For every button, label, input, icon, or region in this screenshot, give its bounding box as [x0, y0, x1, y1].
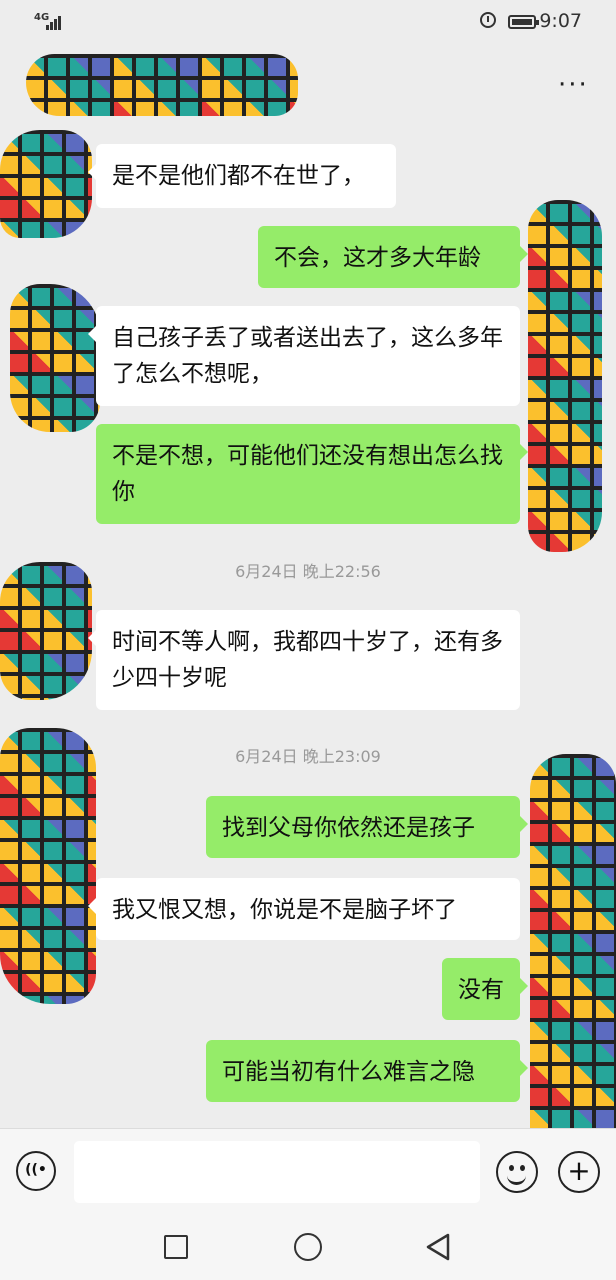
message-bubble-outgoing[interactable]: 不是不想，可能他们还没有想出怎么找你	[96, 424, 528, 524]
message-text: 不会，这才多大年龄	[274, 245, 481, 271]
status-bar: 4G 9:07	[0, 0, 616, 44]
message-text: 我又恨又想，你说是不是脑子坏了	[112, 897, 457, 923]
message-text: 找到父母你依然还是孩子	[222, 815, 475, 841]
battery-icon	[508, 15, 539, 29]
avatar-redacted	[0, 728, 96, 1004]
message-bubble-incoming[interactable]: 自己孩子丢了或者送出去了，这么多年了怎么不想呢，	[88, 306, 520, 406]
message-bubble-outgoing[interactable]: 找到父母你依然还是孩子	[206, 796, 528, 858]
message-bubble-outgoing[interactable]: 没有	[442, 958, 528, 1020]
avatar-redacted	[0, 130, 92, 238]
message-text: 不是不想，可能他们还没有想出怎么找你	[112, 443, 503, 505]
message-text: 可能当初有什么难言之隐	[222, 1059, 475, 1085]
emoji-icon[interactable]	[496, 1151, 538, 1193]
message-bubble-incoming[interactable]: 我又恨又想，你说是不是脑子坏了	[88, 878, 520, 940]
alarm-icon	[480, 12, 496, 28]
message-bubble-outgoing[interactable]: 可能当初有什么难言之隐	[206, 1040, 528, 1102]
system-nav-bar	[0, 1218, 616, 1280]
message-input[interactable]	[74, 1141, 480, 1203]
back-icon[interactable]	[424, 1232, 452, 1262]
more-options-icon[interactable]: ···	[558, 72, 589, 98]
redacted-contact-name	[26, 54, 298, 116]
timestamp: 6月24日 晚上23:09	[235, 747, 381, 766]
input-bar: ((• +	[0, 1128, 616, 1219]
message-text: 是不是他们都不在世了，	[112, 163, 365, 189]
chat-header: ···	[0, 44, 616, 124]
message-bubble-incoming[interactable]: 是不是他们都不在世了，	[88, 144, 396, 208]
timestamp: 6月24日 晚上22:56	[235, 562, 381, 581]
message-text: 自己孩子丢了或者送出去了，这么多年了怎么不想呢，	[112, 325, 503, 387]
message-text: 没有	[458, 977, 504, 1003]
avatar-redacted	[530, 754, 616, 1190]
message-bubble-incoming[interactable]: 时间不等人啊，我都四十岁了，还有多少四十岁呢	[88, 610, 520, 710]
voice-icon[interactable]: ((•	[16, 1151, 56, 1191]
avatar-redacted	[528, 200, 602, 552]
avatar-redacted	[10, 284, 100, 432]
recent-apps-icon[interactable]	[164, 1235, 188, 1259]
signal-icon	[46, 14, 64, 30]
clock: 9:07	[539, 10, 582, 32]
avatar-redacted	[0, 562, 92, 700]
plus-icon[interactable]: +	[558, 1151, 600, 1193]
message-bubble-outgoing[interactable]: 不会，这才多大年龄	[258, 226, 528, 288]
home-icon[interactable]	[294, 1233, 322, 1261]
message-text: 时间不等人啊，我都四十岁了，还有多少四十岁呢	[112, 629, 503, 691]
